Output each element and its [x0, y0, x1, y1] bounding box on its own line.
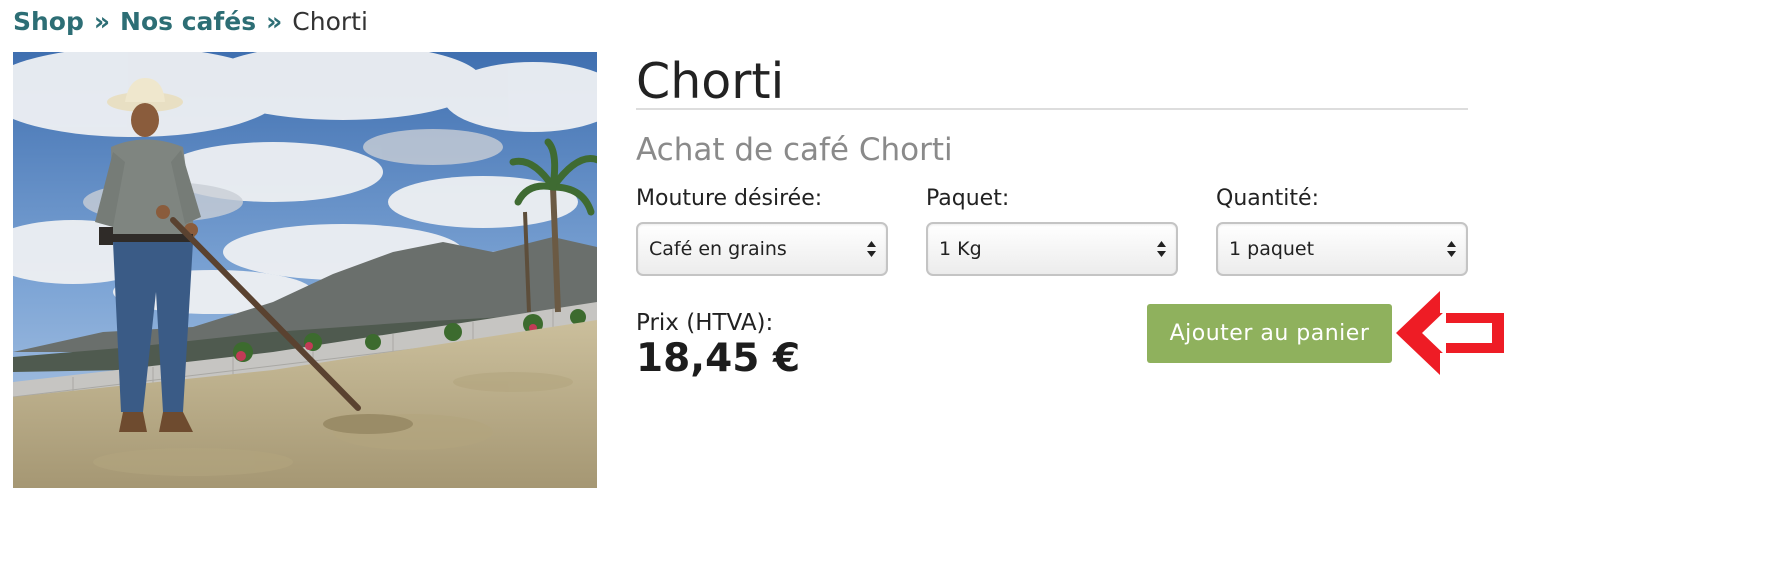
product-image	[13, 52, 597, 488]
quantite-select[interactable]: 1 paquet	[1216, 222, 1468, 276]
quantite-selected-value: 1 paquet	[1229, 238, 1315, 260]
product-subtitle: Achat de café Chorti	[636, 132, 953, 168]
mouture-selected-value: Café en grains	[649, 238, 787, 260]
breadcrumb-separator: »	[266, 7, 283, 36]
breadcrumb: Shop » Nos cafés » Chorti	[13, 4, 368, 40]
breadcrumb-current: Chorti	[292, 7, 368, 36]
quantite-label: Quantité:	[1216, 186, 1319, 211]
title-divider	[636, 108, 1468, 110]
paquet-selected-value: 1 Kg	[939, 238, 982, 260]
price-label: Prix (HTVA):	[636, 310, 774, 336]
select-arrows-icon	[1157, 241, 1166, 257]
add-to-cart-button[interactable]: Ajouter au panier	[1147, 304, 1392, 363]
breadcrumb-separator: »	[93, 7, 111, 36]
paquet-label: Paquet:	[926, 186, 1010, 211]
select-arrows-icon	[1447, 241, 1456, 257]
price-value: 18,45 €	[636, 336, 801, 381]
paquet-select[interactable]: 1 Kg	[926, 222, 1178, 276]
breadcrumb-link-shop[interactable]: Shop	[13, 7, 84, 36]
product-title: Chorti	[636, 53, 785, 110]
mouture-select[interactable]: Café en grains	[636, 222, 888, 276]
mouture-label: Mouture désirée:	[636, 186, 823, 211]
red-arrow-icon	[1396, 291, 1504, 375]
breadcrumb-link-nos-cafes[interactable]: Nos cafés	[120, 7, 256, 36]
select-arrows-icon	[867, 241, 876, 257]
